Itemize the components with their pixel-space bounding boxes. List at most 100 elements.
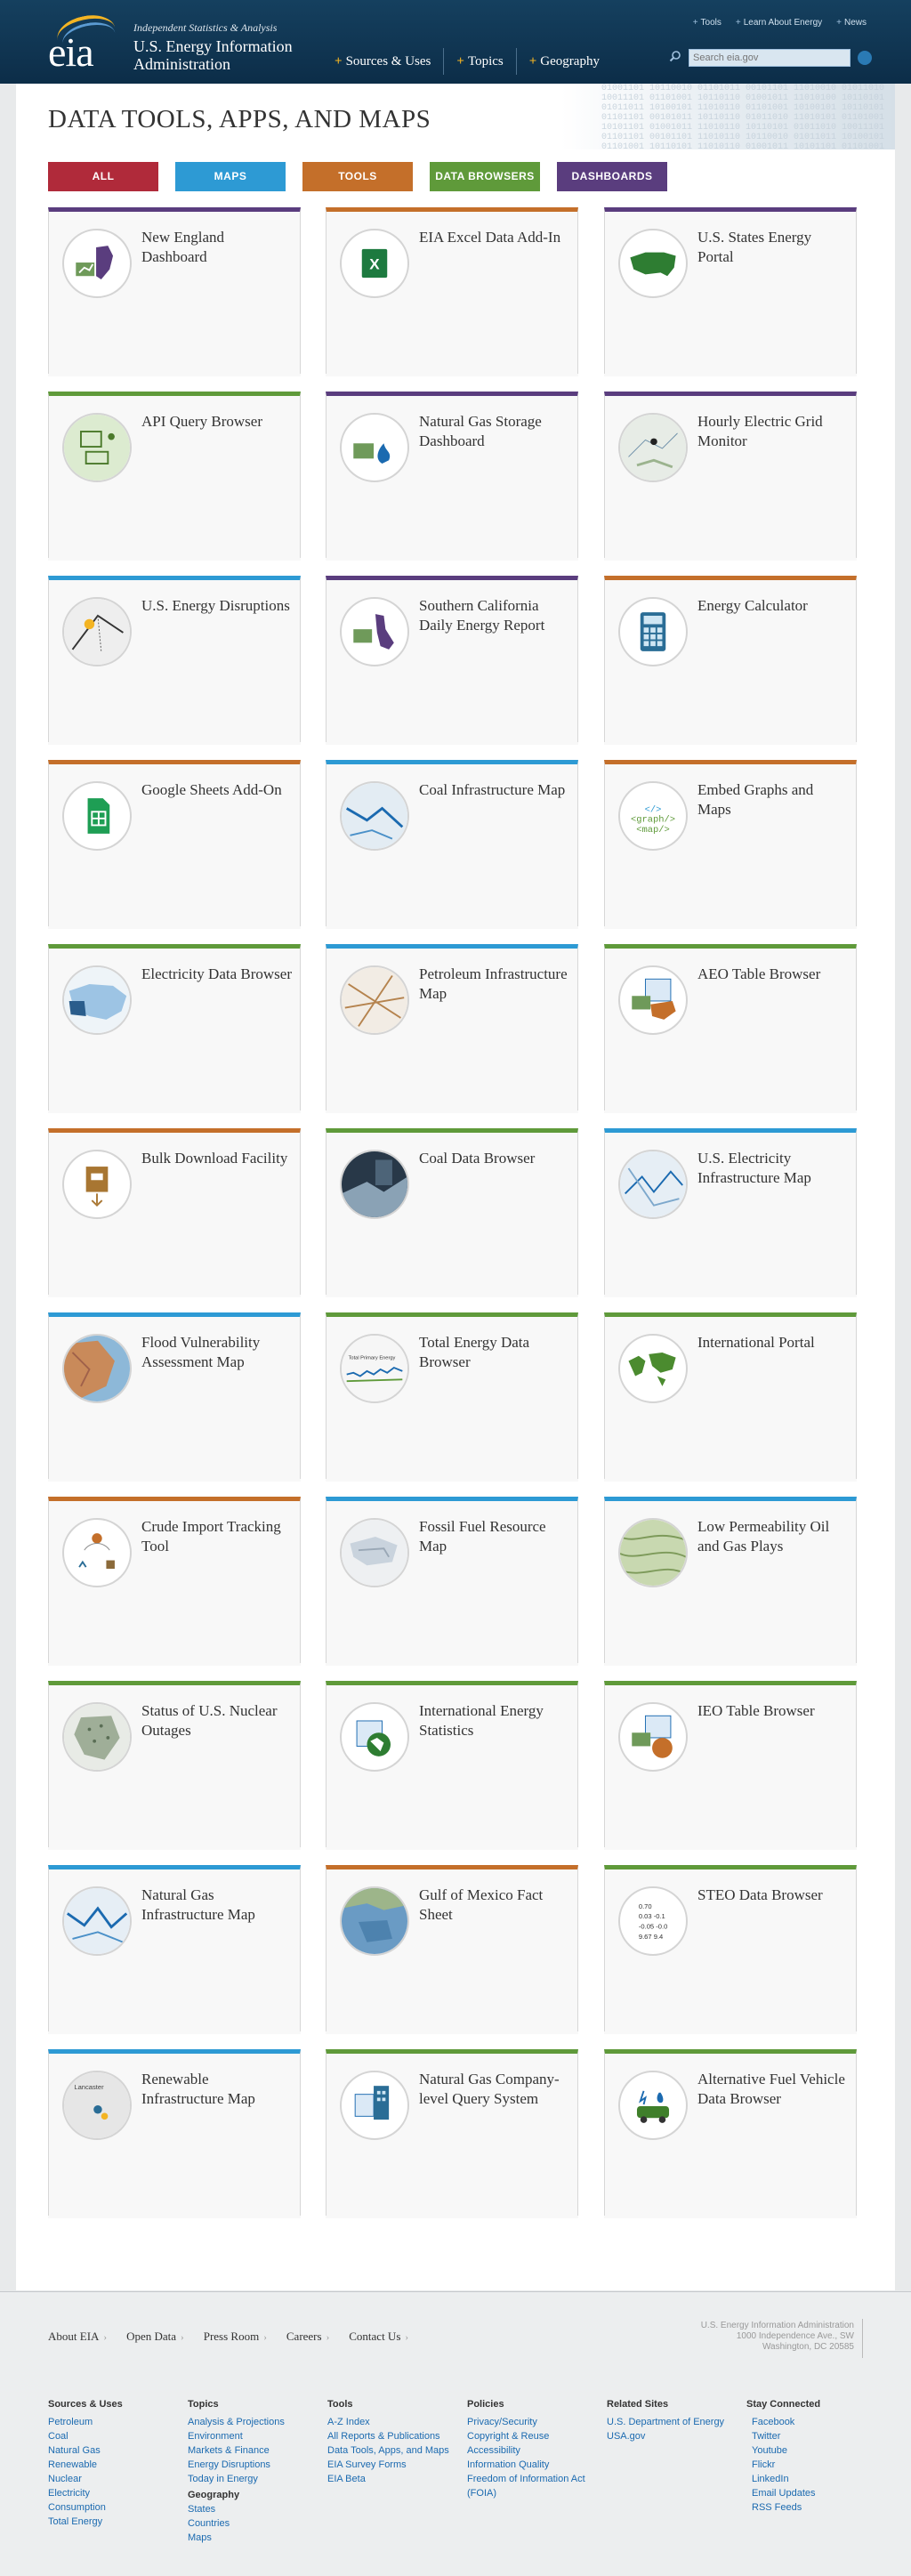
footer-link[interactable]: Twitter (746, 2429, 886, 2443)
card-title[interactable]: Embed Graphs and Maps (697, 780, 849, 820)
tool-card[interactable]: Energy Calculator (604, 576, 857, 745)
filter-dashboards-button[interactable]: DASHBOARDS (557, 162, 667, 191)
electricity-map-icon[interactable] (62, 965, 132, 1035)
footer-link[interactable]: Nuclear (48, 2472, 188, 2486)
card-title[interactable]: Electricity Data Browser (141, 965, 293, 984)
card-title[interactable]: Total Energy Data Browser (419, 1333, 570, 1372)
footer-link[interactable]: Countries (188, 2516, 327, 2531)
grid-map-icon[interactable] (618, 413, 688, 482)
coal-photo-icon[interactable] (340, 1150, 409, 1219)
tool-card[interactable]: Status of U.S. Nuclear Outages (48, 1681, 301, 1850)
footer-link[interactable]: Facebook (746, 2415, 886, 2429)
filter-data-browsers-button[interactable]: DATA BROWSERS (430, 162, 540, 191)
card-title[interactable]: Google Sheets Add-On (141, 780, 293, 800)
footer-link[interactable]: EIA Survey Forms (327, 2458, 467, 2472)
footer-link[interactable]: Energy Disruptions (188, 2458, 327, 2472)
tool-card[interactable]: AEO Table Browser (604, 944, 857, 1113)
tool-card[interactable]: Lancaster Renewable Infrastructure Map (48, 2049, 301, 2218)
footer-link[interactable]: Renewable (48, 2458, 188, 2472)
tool-card[interactable]: Google Sheets Add-On (48, 760, 301, 929)
nav-topics[interactable]: + Topics (443, 48, 515, 75)
tool-card[interactable]: Electricity Data Browser (48, 944, 301, 1113)
card-title[interactable]: Bulk Download Facility (141, 1149, 293, 1168)
gas-infra-map-icon[interactable] (62, 1886, 132, 1956)
coal-map-icon[interactable] (340, 781, 409, 851)
tool-card[interactable]: </> <graph/> <map/> Embed Graphs and Maps (604, 760, 857, 929)
gulf-map-icon[interactable] (340, 1886, 409, 1956)
california-map-icon[interactable] (340, 597, 409, 666)
tool-card[interactable]: New England Dashboard (48, 207, 301, 376)
footer-link[interactable]: All Reports & Publications (327, 2429, 467, 2443)
tool-card[interactable]: API Query Browser (48, 392, 301, 561)
card-title[interactable]: International Portal (697, 1333, 849, 1353)
card-title[interactable]: Natural Gas Company-level Query System (419, 2070, 570, 2109)
footer-link[interactable]: LinkedIn (746, 2472, 886, 2486)
card-title[interactable]: EIA Excel Data Add-In (419, 228, 570, 247)
world-map-icon[interactable] (618, 1334, 688, 1403)
tool-card[interactable]: U.S. States Energy Portal (604, 207, 857, 376)
tool-card[interactable]: 0.70 0.03 -0.1 -0.05 -0.0 9.67 9.4 STEO Data… (604, 1865, 857, 2034)
footer-link[interactable]: Youtube (746, 2443, 886, 2458)
nuclear-map-icon[interactable] (62, 1702, 132, 1772)
footer-link[interactable]: U.S. Department of Energy (607, 2415, 746, 2429)
footer-link[interactable]: USA.gov (607, 2429, 746, 2443)
filter-all-button[interactable]: ALL (48, 162, 158, 191)
card-title[interactable]: AEO Table Browser (697, 965, 849, 984)
card-title[interactable]: IEO Table Browser (697, 1701, 849, 1721)
footer-link-careers[interactable]: Careers › (286, 2330, 329, 2344)
card-title[interactable]: Low Permeability Oil and Gas Plays (697, 1517, 849, 1556)
ieo-table-icon[interactable] (618, 1702, 688, 1772)
filter-tools-button[interactable]: TOOLS (302, 162, 413, 191)
footer-link[interactable]: Copyright & Reuse (467, 2429, 607, 2443)
building-table-icon[interactable] (340, 2071, 409, 2140)
card-title[interactable]: Natural Gas Infrastructure Map (141, 1886, 293, 1925)
footer-link[interactable]: Petroleum (48, 2415, 188, 2429)
renewable-map-icon[interactable]: Lancaster (62, 2071, 132, 2140)
card-title[interactable]: International Energy Statistics (419, 1701, 570, 1740)
top-link-news[interactable]: + News (836, 18, 867, 28)
alt-fuel-car-icon[interactable] (618, 2071, 688, 2140)
tool-card[interactable]: International Portal (604, 1312, 857, 1482)
card-title[interactable]: Southern California Daily Energy Report (419, 596, 570, 635)
crude-import-icon[interactable] (62, 1518, 132, 1587)
card-title[interactable]: Status of U.S. Nuclear Outages (141, 1701, 293, 1740)
footer-link[interactable]: Information Quality (467, 2458, 607, 2472)
calculator-icon[interactable] (618, 597, 688, 666)
footer-link[interactable]: RSS Feeds (746, 2500, 886, 2515)
card-title[interactable]: Flood Vulnerability Assessment Map (141, 1333, 293, 1372)
card-title[interactable]: New England Dashboard (141, 228, 293, 267)
tool-card[interactable]: Hourly Electric Grid Monitor (604, 392, 857, 561)
card-title[interactable]: U.S. States Energy Portal (697, 228, 849, 267)
footer-link[interactable]: Total Energy (48, 2515, 188, 2529)
card-title[interactable]: Alternative Fuel Vehicle Data Browser (697, 2070, 849, 2109)
nav-geography[interactable]: + Geography (515, 48, 612, 75)
footer-link-about[interactable]: About EIA › (48, 2330, 107, 2344)
tool-card[interactable]: International Energy Statistics (326, 1681, 578, 1850)
card-title[interactable]: Crude Import Tracking Tool (141, 1517, 293, 1556)
footer-link[interactable]: Freedom of Information Act (FOIA) (467, 2472, 607, 2500)
us-map-icon[interactable] (618, 229, 688, 298)
tool-card[interactable]: Fossil Fuel Resource Map (326, 1497, 578, 1666)
computer-network-icon[interactable] (62, 413, 132, 482)
tool-card[interactable]: Petroleum Infrastructure Map (326, 944, 578, 1113)
aeo-table-icon[interactable] (618, 965, 688, 1035)
top-link-learn[interactable]: + Learn About Energy (736, 18, 822, 28)
card-title[interactable]: Coal Data Browser (419, 1149, 570, 1168)
tool-card[interactable]: Bulk Download Facility (48, 1128, 301, 1297)
footer-link[interactable]: Today in Energy (188, 2472, 327, 2486)
card-title[interactable]: Renewable Infrastructure Map (141, 2070, 293, 2109)
gas-flame-chart-icon[interactable] (340, 413, 409, 482)
card-title[interactable]: U.S. Energy Disruptions (141, 596, 293, 616)
excel-icon[interactable]: X (340, 229, 409, 298)
tool-card[interactable]: U.S. Energy Disruptions (48, 576, 301, 745)
tool-card[interactable]: Crude Import Tracking Tool (48, 1497, 301, 1666)
card-title[interactable]: STEO Data Browser (697, 1886, 849, 1905)
footer-link[interactable]: Environment (188, 2429, 327, 2443)
card-title[interactable]: Petroleum Infrastructure Map (419, 965, 570, 1004)
tool-card[interactable]: Coal Data Browser (326, 1128, 578, 1297)
footer-link[interactable]: Privacy/Security (467, 2415, 607, 2429)
search-button[interactable] (858, 51, 872, 65)
footer-link[interactable]: Email Updates (746, 2486, 886, 2500)
tool-card[interactable]: Natural Gas Infrastructure Map (48, 1865, 301, 2034)
footer-link-press-room[interactable]: Press Room › (204, 2330, 267, 2344)
